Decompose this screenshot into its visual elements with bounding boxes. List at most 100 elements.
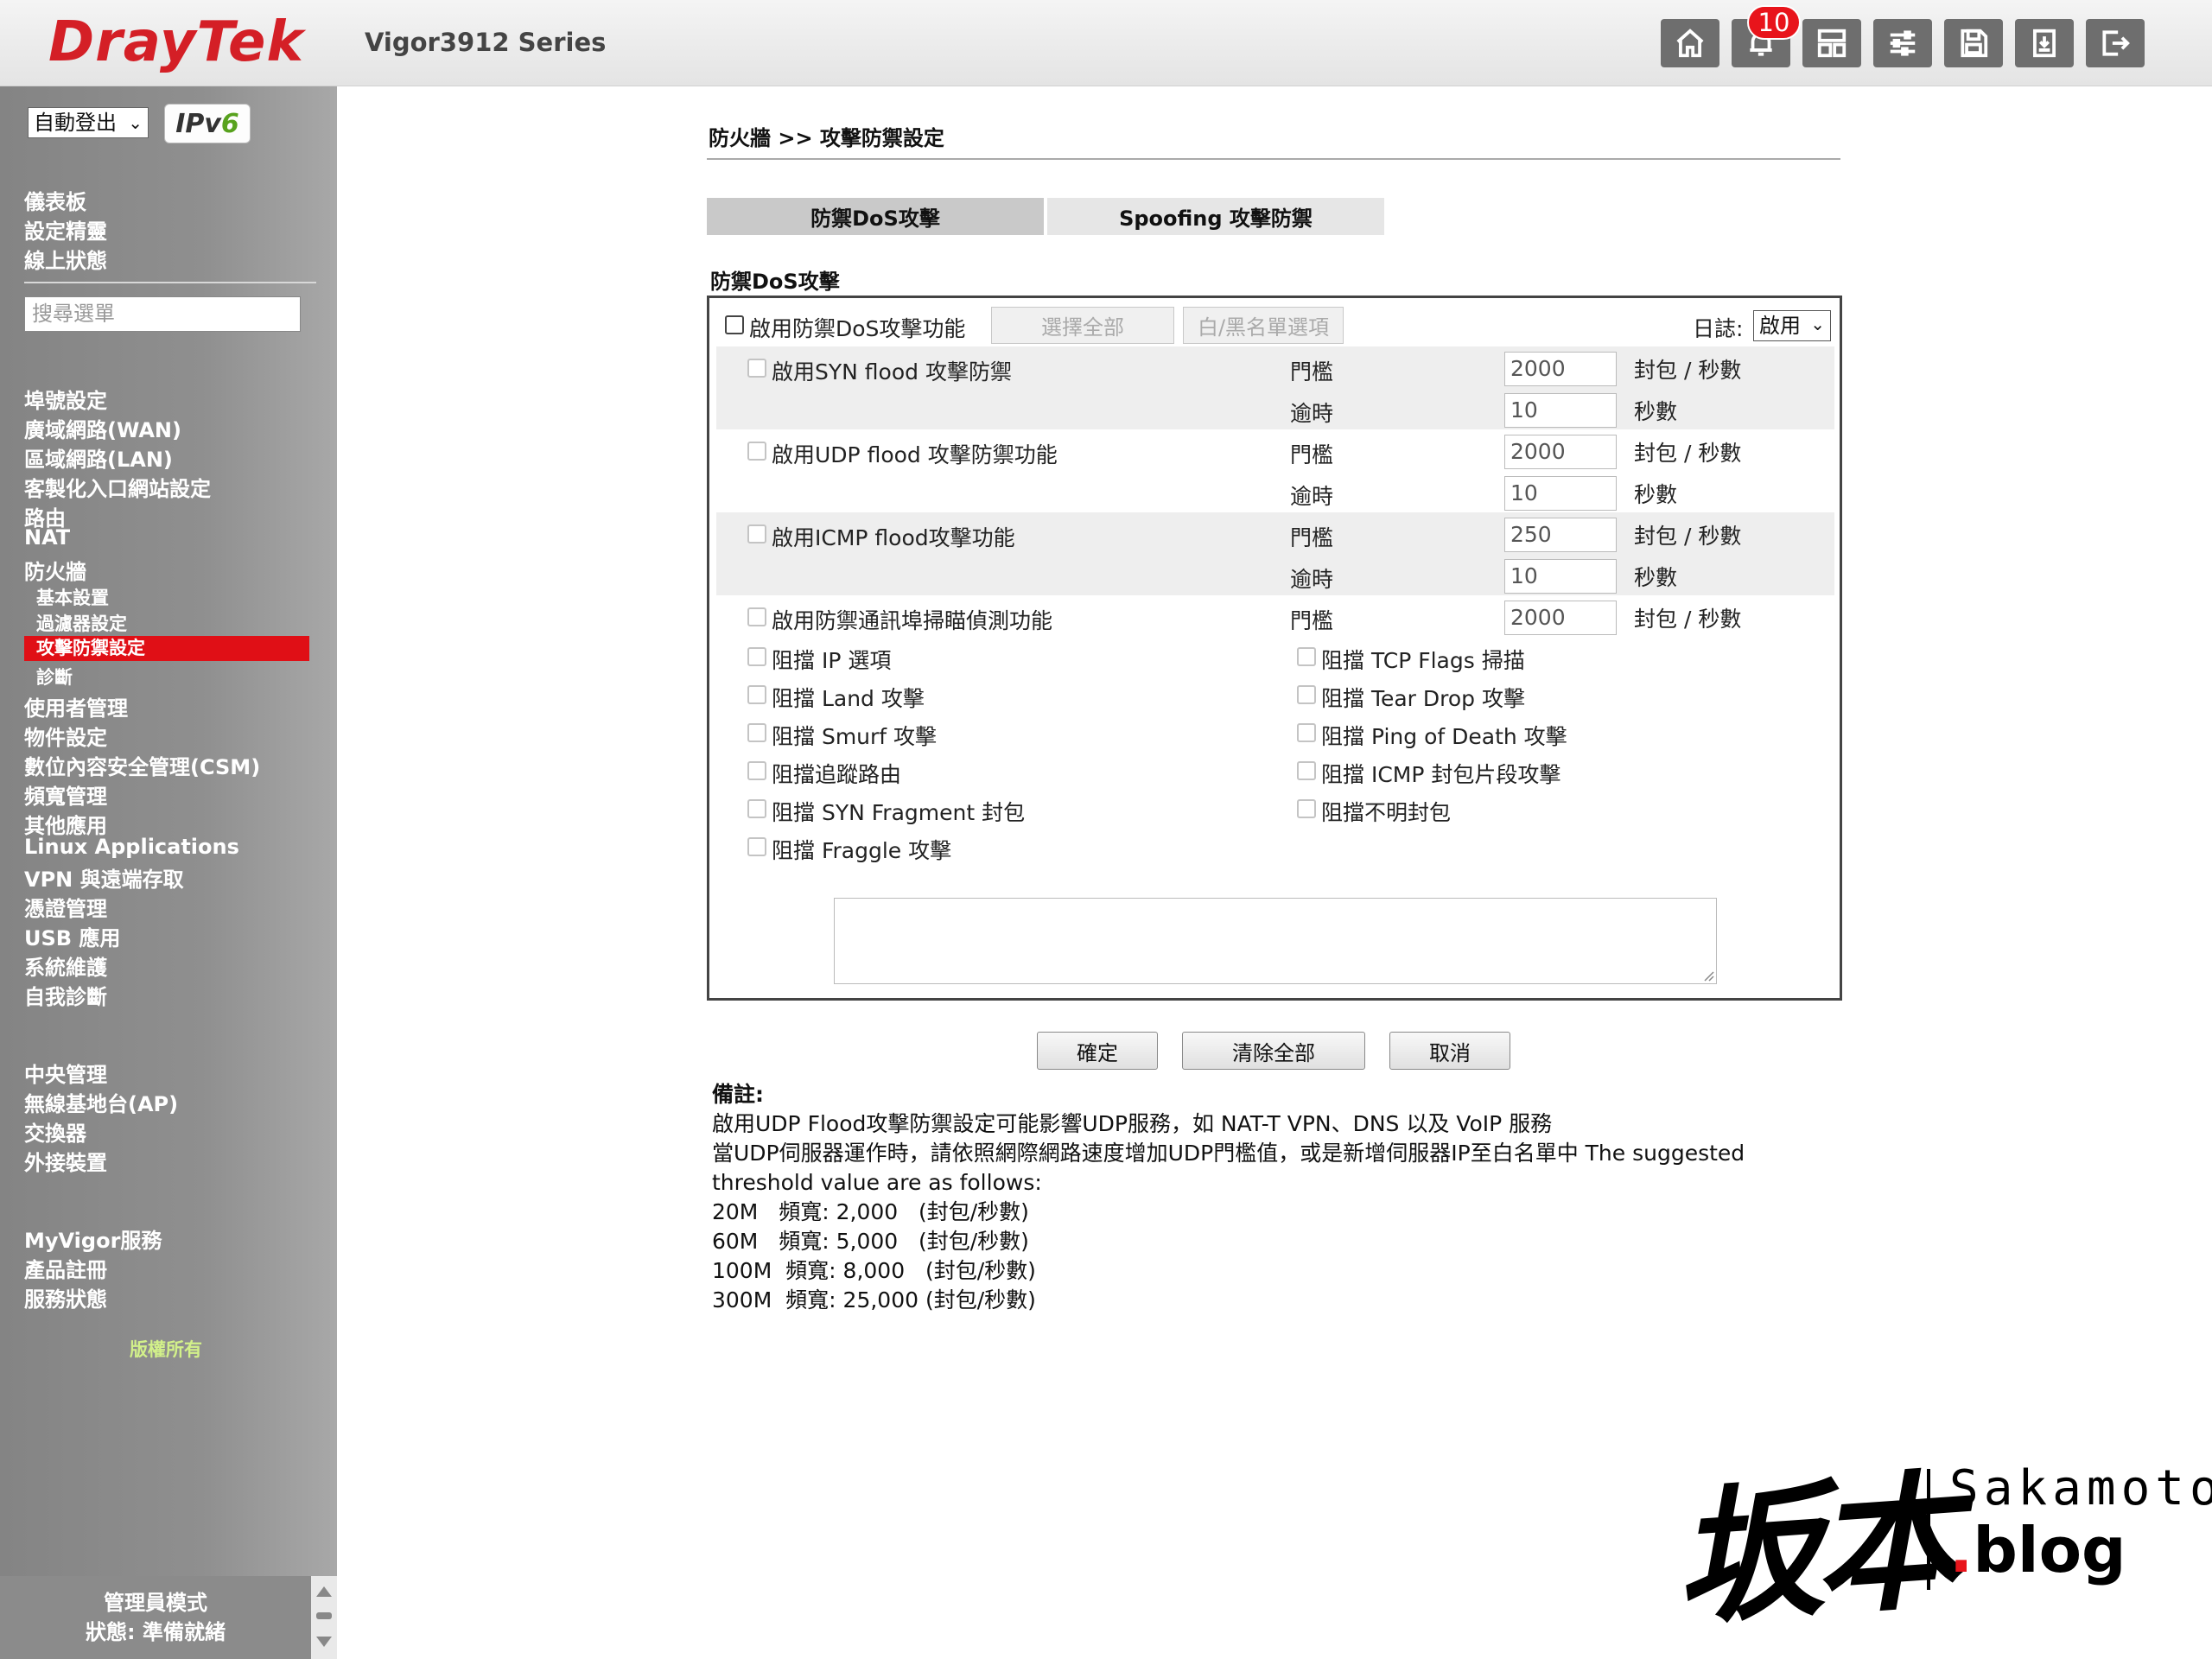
auto-logout-select[interactable]: 自動登出 ⌄ <box>28 107 149 138</box>
ok-button[interactable]: 確定 <box>1037 1032 1158 1070</box>
scroll-up-icon[interactable] <box>316 1586 332 1597</box>
block-tcp-flags-label: 阻擋 TCP Flags 掃描 <box>1321 648 1525 673</box>
sidebar-item-csm[interactable]: 數位內容安全管理(CSM) <box>24 750 260 780</box>
sidebar-subitem-defense[interactable]: 攻擊防禦設定 <box>24 636 309 661</box>
portscan-threshold-input[interactable]: 2000 <box>1504 601 1617 635</box>
info-textarea[interactable] <box>834 898 1717 984</box>
sidebar-item-user[interactable]: 使用者管理 <box>24 691 128 721</box>
notes-line: threshold value are as follows: <box>712 1170 1042 1195</box>
copyright-link[interactable]: 版權所有 <box>130 1336 202 1362</box>
block-ping-of-death-label: 阻擋 Ping of Death 攻擊 <box>1321 724 1567 749</box>
block-land-checkbox[interactable] <box>747 685 766 704</box>
notification-badge: 10 <box>1747 5 1801 40</box>
sidebar-item-online-status[interactable]: 線上狀態 <box>24 244 107 274</box>
tab-spoofing-defense[interactable]: Spoofing 攻擊防禦 <box>1047 198 1384 235</box>
tab-dos-defense[interactable]: 防禦DoS攻擊 <box>707 198 1044 235</box>
syn-threshold-label: 門檻 <box>1290 359 1334 385</box>
portscan-threshold-unit: 封包 / 秒數 <box>1634 607 1742 632</box>
sidebar-item-diagnostics[interactable]: 自我診斷 <box>24 980 107 1010</box>
block-ping-of-death-checkbox[interactable] <box>1297 723 1316 742</box>
block-syn-fragment-checkbox[interactable] <box>747 799 766 818</box>
sidebar-item-linux[interactable]: Linux Applications <box>24 835 239 859</box>
sidebar-item-nat[interactable]: NAT <box>24 525 70 550</box>
block-fraggle-checkbox[interactable] <box>747 837 766 856</box>
sidebar-item-lan[interactable]: 區域網路(LAN) <box>24 442 173 473</box>
block-smurf-checkbox[interactable] <box>747 723 766 742</box>
whitelist-options-button[interactable]: 白/黑名單選項 <box>1183 307 1344 344</box>
block-unknown-packet-label: 阻擋不明封包 <box>1321 800 1452 825</box>
block-land-label: 阻擋 Land 攻擊 <box>772 686 925 711</box>
clear-all-button[interactable]: 清除全部 <box>1182 1032 1365 1070</box>
udp-threshold-input[interactable]: 2000 <box>1504 435 1617 469</box>
portscan-threshold-label: 門檻 <box>1290 608 1334 633</box>
sidebar-item-wizard[interactable]: 設定精靈 <box>24 214 107 245</box>
sidebar-item-switch[interactable]: 交換器 <box>24 1116 86 1147</box>
block-ip-options-checkbox[interactable] <box>747 647 766 666</box>
header: DrayTek Vigor3912 Series 10 <box>0 0 2212 86</box>
ipv6-badge[interactable]: IPv 6 <box>164 104 251 143</box>
layout-button[interactable] <box>1802 19 1861 67</box>
sidebar-item-service-status[interactable]: 服務狀態 <box>24 1282 107 1313</box>
backup-button[interactable] <box>2015 19 2074 67</box>
sidebar-item-port[interactable]: 埠號設定 <box>24 384 107 414</box>
sidebar-item-certificate[interactable]: 憑證管理 <box>24 892 107 922</box>
block-traceroute-checkbox[interactable] <box>747 761 766 780</box>
sidebar-item-central[interactable]: 中央管理 <box>24 1058 107 1088</box>
save-button[interactable] <box>1944 19 2003 67</box>
sidebar-item-ap[interactable]: 無線基地台(AP) <box>24 1087 178 1117</box>
scroll-down-icon[interactable] <box>316 1637 332 1647</box>
logout-button[interactable] <box>2086 19 2145 67</box>
select-all-button[interactable]: 選擇全部 <box>991 307 1174 344</box>
icmp-threshold-input[interactable]: 250 <box>1504 518 1617 552</box>
chevron-down-icon: ⌄ <box>128 112 143 133</box>
resize-handle-icon[interactable] <box>1702 969 1714 982</box>
syn-timeout-input[interactable]: 10 <box>1504 393 1617 428</box>
block-tear-drop-checkbox[interactable] <box>1297 685 1316 704</box>
sidebar-item-wan[interactable]: 廣域網路(WAN) <box>24 413 181 443</box>
save-icon <box>1961 29 1988 58</box>
udp-flood-checkbox[interactable] <box>747 442 766 461</box>
sidebar-item-maintenance[interactable]: 系統維護 <box>24 950 107 981</box>
icmp-threshold-unit: 封包 / 秒數 <box>1634 524 1742 549</box>
enable-dos-checkbox[interactable] <box>725 315 744 334</box>
icmp-flood-checkbox[interactable] <box>747 524 766 543</box>
sidebar-item-dashboard[interactable]: 儀表板 <box>24 185 86 215</box>
home-button[interactable] <box>1661 19 1719 67</box>
sidebar-item-registration[interactable]: 產品註冊 <box>24 1253 107 1283</box>
scroll-thumb[interactable] <box>316 1612 332 1619</box>
settings-button[interactable] <box>1873 19 1932 67</box>
syn-timeout-label: 逾時 <box>1290 401 1334 426</box>
chevron-down-icon: ⌄ <box>1810 314 1825 334</box>
sidebar-subitem-filter[interactable]: 過濾器設定 <box>36 610 127 636</box>
udp-timeout-label: 逾時 <box>1290 484 1334 509</box>
sidebar: 自動登出 ⌄ IPv 6 儀表板 設定精靈 線上狀態 搜尋選單 埠號設定 廣域網路(… <box>0 86 337 1659</box>
block-traceroute-label: 阻擋追蹤路由 <box>772 762 902 787</box>
block-tcp-flags-checkbox[interactable] <box>1297 647 1316 666</box>
sidebar-item-bandwidth[interactable]: 頻寬管理 <box>24 779 107 810</box>
log-select[interactable]: 啟用 ⌄ <box>1753 310 1831 341</box>
block-icmp-fragment-checkbox[interactable] <box>1297 761 1316 780</box>
portscan-checkbox[interactable] <box>747 607 766 626</box>
log-label: 日誌: <box>1693 316 1744 341</box>
sidebar-item-external[interactable]: 外接裝置 <box>24 1146 107 1176</box>
cancel-button[interactable]: 取消 <box>1389 1032 1510 1070</box>
icmp-timeout-input[interactable]: 10 <box>1504 559 1617 594</box>
syn-threshold-input[interactable]: 2000 <box>1504 352 1617 386</box>
sidebar-item-vpn[interactable]: VPN 與遠端存取 <box>24 862 184 893</box>
block-fraggle-label: 阻擋 Fraggle 攻擊 <box>772 838 952 863</box>
syn-flood-checkbox[interactable] <box>747 359 766 378</box>
draytek-logo[interactable]: DrayTek <box>48 10 304 74</box>
menu-search-input[interactable]: 搜尋選單 <box>24 296 301 332</box>
sidebar-item-myvigor[interactable]: MyVigor服務 <box>24 1224 162 1254</box>
udp-timeout-unit: 秒數 <box>1634 482 1678 507</box>
udp-timeout-input[interactable]: 10 <box>1504 476 1617 511</box>
sidebar-item-portal[interactable]: 客製化入口網站設定 <box>24 472 211 502</box>
status-scrollbar[interactable] <box>311 1576 337 1659</box>
sidebar-item-objects[interactable]: 物件設定 <box>24 721 107 751</box>
sliders-icon <box>1890 30 1916 56</box>
block-unknown-packet-checkbox[interactable] <box>1297 799 1316 818</box>
sidebar-item-usb[interactable]: USB 應用 <box>24 921 120 951</box>
sidebar-subitem-diagnose[interactable]: 診斷 <box>36 664 73 690</box>
sidebar-item-firewall[interactable]: 防火牆 <box>24 555 86 585</box>
sidebar-subitem-general[interactable]: 基本設置 <box>36 584 109 610</box>
